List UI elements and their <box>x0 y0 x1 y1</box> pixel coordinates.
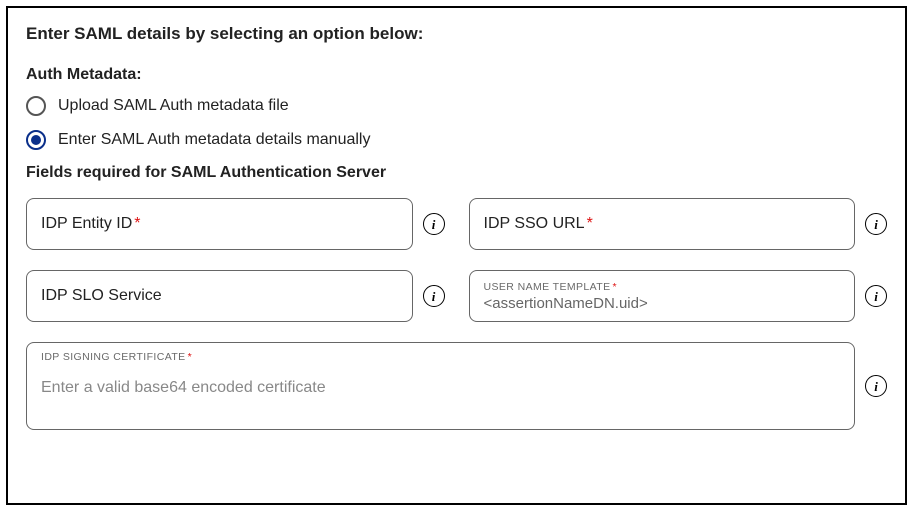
field-group-idp-entity-id: IDP Entity ID* <box>26 198 445 250</box>
field-row: IDP Entity ID* IDP SSO URL* <box>26 198 887 250</box>
field-placeholder-label: IDP SLO Service <box>41 287 162 305</box>
field-placeholder-label: IDP SSO URL* <box>484 215 593 233</box>
field-value: <assertionNameDN.uid> <box>484 295 648 312</box>
info-icon[interactable] <box>423 213 445 235</box>
field-placeholder: Enter a valid base64 encoded certificate <box>41 379 840 397</box>
username-template-input[interactable]: USER NAME TEMPLATE* <assertionNameDN.uid… <box>469 270 856 322</box>
radio-manual-metadata[interactable]: Enter SAML Auth metadata details manuall… <box>26 130 887 150</box>
field-placeholder-label: IDP Entity ID* <box>41 215 141 233</box>
saml-config-panel: Enter SAML details by selecting an optio… <box>6 6 907 505</box>
idp-entity-id-input[interactable]: IDP Entity ID* <box>26 198 413 250</box>
panel-heading: Enter SAML details by selecting an optio… <box>26 24 887 44</box>
info-icon[interactable] <box>865 285 887 307</box>
idp-sso-url-input[interactable]: IDP SSO URL* <box>469 198 856 250</box>
radio-checked-icon <box>26 130 46 150</box>
radio-label: Upload SAML Auth metadata file <box>58 97 289 115</box>
radio-dot-icon <box>31 135 41 145</box>
auth-metadata-label: Auth Metadata: <box>26 66 887 84</box>
radio-upload-metadata[interactable]: Upload SAML Auth metadata file <box>26 96 887 116</box>
idp-slo-service-input[interactable]: IDP SLO Service <box>26 270 413 322</box>
fields-required-heading: Fields required for SAML Authentication … <box>26 164 887 182</box>
field-row: IDP SIGNING CERTIFICATE* Enter a valid b… <box>26 342 887 430</box>
field-float-label: USER NAME TEMPLATE* <box>484 281 618 293</box>
radio-label: Enter SAML Auth metadata details manuall… <box>58 131 370 149</box>
field-group-username-template: USER NAME TEMPLATE* <assertionNameDN.uid… <box>469 270 888 322</box>
info-icon[interactable] <box>865 375 887 397</box>
field-group-idp-slo: IDP SLO Service <box>26 270 445 322</box>
idp-signing-certificate-input[interactable]: IDP SIGNING CERTIFICATE* Enter a valid b… <box>26 342 855 430</box>
radio-unchecked-icon <box>26 96 46 116</box>
field-group-idp-sso-url: IDP SSO URL* <box>469 198 888 250</box>
field-group-idp-signing-cert: IDP SIGNING CERTIFICATE* Enter a valid b… <box>26 342 887 430</box>
info-icon[interactable] <box>423 285 445 307</box>
field-float-label: IDP SIGNING CERTIFICATE* <box>41 351 840 363</box>
field-row: IDP SLO Service USER NAME TEMPLATE* <ass… <box>26 270 887 322</box>
info-icon[interactable] <box>865 213 887 235</box>
